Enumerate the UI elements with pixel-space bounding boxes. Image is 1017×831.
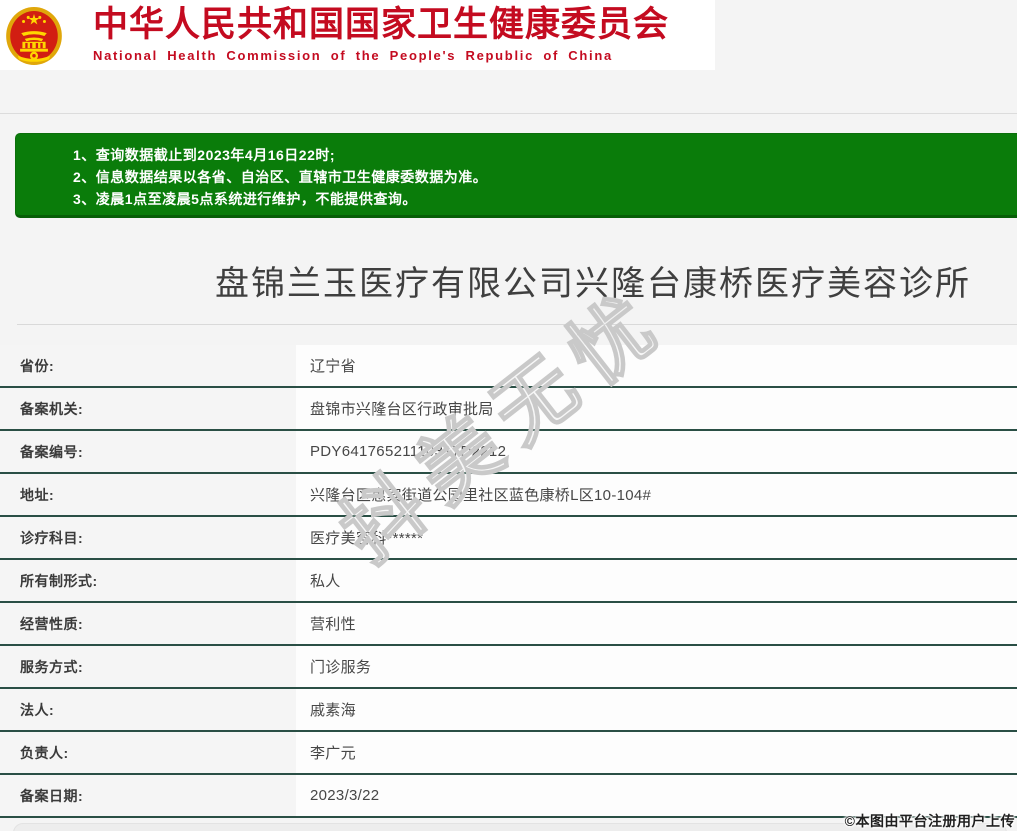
field-label: 负责人:	[0, 732, 296, 773]
field-label: 所有制形式:	[0, 560, 296, 601]
notice-line-3: 3、凌晨1点至凌晨5点系统进行维护，不能提供查询。	[73, 188, 1014, 210]
field-value: 门诊服务	[296, 646, 1017, 687]
notice-line-2: 2、信息数据结果以各省、自治区、直辖市卫生健康委数据为准。	[73, 166, 1014, 188]
notice-box: 1、查询数据截止到2023年4月16日22时; 2、信息数据结果以各省、自治区、…	[15, 133, 1017, 218]
field-value: 盘锦市兴隆台区行政审批局	[296, 388, 1017, 429]
page: 中华人民共和国国家卫生健康委员会 National Health Commiss…	[0, 0, 1017, 831]
field-value: 私人	[296, 560, 1017, 601]
prc-national-emblem-icon	[5, 4, 63, 68]
header-divider	[0, 113, 1017, 114]
field-label: 地址:	[0, 474, 296, 515]
record-row: 备案编号: PDY64176521110317D2212	[0, 431, 1017, 474]
table-top-divider	[17, 324, 1017, 325]
field-label: 备案机关:	[0, 388, 296, 429]
record-row: 负责人: 李广元	[0, 732, 1017, 775]
field-label: 法人:	[0, 689, 296, 730]
record-table: 省份: 辽宁省 备案机关: 盘锦市兴隆台区行政审批局 备案编号: PDY6417…	[0, 345, 1017, 818]
record-row: 诊疗科目: 医疗美容科******	[0, 517, 1017, 560]
field-label: 服务方式:	[0, 646, 296, 687]
record-row: 服务方式: 门诊服务	[0, 646, 1017, 689]
field-label: 经营性质:	[0, 603, 296, 644]
field-label: 省份:	[0, 345, 296, 386]
site-header: 中华人民共和国国家卫生健康委员会 National Health Commiss…	[0, 0, 715, 70]
field-value: 李广元	[296, 732, 1017, 773]
site-title-english: National Health Commission of the People…	[93, 48, 669, 63]
record-row: 所有制形式: 私人	[0, 560, 1017, 603]
record-title: 盘锦兰玉医疗有限公司兴隆台康桥医疗美容诊所	[215, 256, 971, 305]
site-title-chinese: 中华人民共和国国家卫生健康委员会	[93, 7, 669, 44]
field-value: PDY64176521110317D2212	[296, 431, 1017, 472]
record-row: 地址: 兴隆台区惠宾街道公园里社区蓝色康桥L区10-104#	[0, 474, 1017, 517]
record-row: 法人: 戚素海	[0, 689, 1017, 732]
record-row: 经营性质: 营利性	[0, 603, 1017, 646]
copyright-note: ©本图由平台注册用户上传	[845, 811, 1015, 831]
field-value: 兴隆台区惠宾街道公园里社区蓝色康桥L区10-104#	[296, 474, 1017, 515]
field-value: 营利性	[296, 603, 1017, 644]
field-label: 备案编号:	[0, 431, 296, 472]
field-label: 诊疗科目:	[0, 517, 296, 558]
field-value: 辽宁省	[296, 345, 1017, 386]
field-label: 备案日期:	[0, 775, 296, 816]
record-row: 省份: 辽宁省	[0, 345, 1017, 388]
field-value: 医疗美容科******	[296, 517, 1017, 558]
field-value: 戚素海	[296, 689, 1017, 730]
header-text: 中华人民共和国国家卫生健康委员会 National Health Commiss…	[93, 7, 669, 64]
field-value: 2023/3/22	[296, 775, 1017, 816]
notice-line-1: 1、查询数据截止到2023年4月16日22时;	[73, 144, 1014, 166]
record-row: 备案机关: 盘锦市兴隆台区行政审批局	[0, 388, 1017, 431]
